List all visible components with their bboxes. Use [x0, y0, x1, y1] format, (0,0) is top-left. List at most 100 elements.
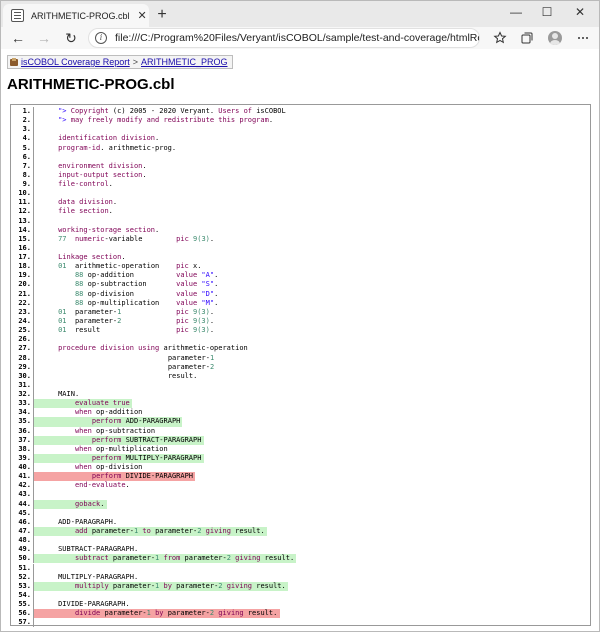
favorites-star-icon[interactable]: [493, 31, 507, 45]
keyword-token: identification division: [58, 134, 156, 143]
line-number: 23.: [18, 307, 31, 316]
gutter-divider: [33, 125, 34, 135]
report-icon: [10, 57, 19, 67]
source-line: 16.: [11, 243, 590, 254]
reload-icon[interactable]: ↻: [62, 29, 80, 47]
source-line: 18. 01 arithmetic-operation pic x.: [11, 262, 590, 272]
keyword-token: giving: [205, 526, 231, 535]
gutter-divider: [33, 517, 34, 527]
coverage-report-link[interactable]: isCOBOL Coverage Report: [21, 57, 130, 67]
number-token: 01: [58, 262, 67, 271]
code-token: ADD-PARAGRAPH: [121, 417, 181, 426]
number-token: 77: [58, 234, 67, 243]
keyword-token: file-control: [58, 180, 109, 189]
keyword-token: pic: [176, 316, 189, 325]
source-line: 32. MAIN.: [11, 390, 590, 400]
line-number: 19.: [18, 271, 31, 280]
url-text[interactable]: file:///C:/Program%20Files/Veryant/isCOB…: [115, 32, 479, 44]
address-bar[interactable]: i file:///C:/Program%20Files/Veryant/isC…: [88, 28, 480, 48]
gutter-divider: [33, 316, 34, 327]
source-code: input-output section.: [58, 171, 147, 180]
keyword-token: giving: [235, 554, 261, 563]
code-token: .: [214, 298, 219, 307]
code-token: .: [209, 326, 215, 335]
code-token: SUBTRACT-PARAGRAPH.: [58, 545, 139, 554]
source-code: MAIN.: [58, 390, 79, 399]
profile-avatar-icon[interactable]: [548, 31, 562, 45]
line-number: 22.: [18, 298, 31, 307]
line-number: 25.: [18, 326, 31, 335]
info-icon[interactable]: i: [95, 32, 107, 44]
keyword-token: procedure division using: [58, 344, 160, 353]
close-window-icon[interactable]: ✕: [572, 5, 588, 19]
more-menu-icon[interactable]: [576, 31, 590, 45]
gutter-divider: [33, 508, 34, 518]
gutter-divider: [33, 234, 34, 244]
code-token: arithmetic-operation: [159, 344, 248, 353]
page-content: isCOBOL Coverage Report > ARITHMETIC_PRO…: [1, 49, 599, 631]
line-number: 17.: [18, 253, 31, 262]
source-line: 7. environment division.: [11, 161, 590, 171]
code-token: .: [155, 225, 160, 234]
line-number: 34.: [18, 408, 31, 417]
source-code: perform DIVIDE-PARAGRAPH: [92, 472, 193, 481]
keyword-token: perform: [91, 453, 122, 462]
keyword-token: working-storage section: [58, 225, 156, 234]
close-tab-icon[interactable]: ✕: [135, 9, 149, 22]
code-token: .: [214, 280, 219, 289]
source-code: 01 parameter-2 pic 9(3).: [58, 317, 214, 326]
source-code: perform SUBTRACT-PARAGRAPH: [92, 436, 202, 445]
string-token: ">: [58, 116, 71, 125]
line-number: 13.: [18, 216, 31, 225]
line-number: 14.: [18, 225, 31, 234]
code-token: isCOBOL: [252, 107, 286, 115]
gutter-divider: [33, 243, 34, 254]
source-code: goback.: [75, 500, 105, 509]
code-token: op-subtraction: [91, 426, 156, 435]
line-number: 26.: [18, 335, 31, 344]
browser-toolbar: ← → ↻ i file:///C:/Program%20Files/Verya…: [1, 27, 599, 49]
source-line: 12. file section.: [11, 207, 590, 217]
source-code: when op-multiplication: [75, 445, 168, 454]
gutter-divider: [33, 590, 34, 600]
tab-arithmetic-prog[interactable]: ARITHMETIC-PROG.cbl ✕: [3, 4, 149, 27]
gutter-divider: [33, 326, 34, 336]
code-token: op-addition: [91, 408, 143, 417]
file-link[interactable]: ARITHMETIC_PROG: [141, 57, 228, 67]
breadcrumb-separator: >: [132, 57, 138, 67]
minimize-icon[interactable]: —: [508, 5, 524, 19]
source-code: 01 result pic 9(3).: [58, 326, 214, 335]
maximize-icon[interactable]: ☐: [539, 5, 555, 19]
code-token: parameter-: [171, 581, 219, 590]
back-arrow-icon[interactable]: ←: [9, 29, 27, 47]
source-line: 20. 88 op-subtraction value "S".: [11, 280, 590, 290]
gutter-divider: [33, 107, 34, 117]
tab-title: ARITHMETIC-PROG.cbl: [31, 10, 130, 21]
new-tab-button[interactable]: +: [153, 6, 171, 24]
page-title: ARITHMETIC-PROG.cbl: [7, 76, 175, 93]
code-token: .: [142, 170, 147, 179]
keyword-token: Linkage section: [58, 253, 122, 262]
source-code: MULTIPLY-PARAGRAPH.: [58, 573, 138, 582]
source-line: 38. when op-multiplication: [11, 444, 590, 454]
code-token: DIVIDE-PARAGRAPH: [121, 472, 194, 481]
collections-icon[interactable]: [520, 31, 534, 45]
gutter-divider: [33, 572, 34, 582]
line-number: 3.: [22, 125, 31, 134]
keyword-token: may freely modify and redistribute this …: [70, 116, 269, 125]
source-line: 24. 01 parameter-2 pic 9(3).: [11, 316, 590, 327]
source-line: 39. perform MULTIPLY-PARAGRAPH: [11, 453, 590, 464]
gutter-divider: [33, 344, 34, 354]
forward-arrow-icon[interactable]: →: [35, 29, 53, 47]
keyword-token: evaluate true: [74, 399, 130, 408]
line-number: 43.: [18, 490, 31, 499]
gutter-divider: [33, 526, 34, 537]
code-token: DIVIDE-PARAGRAPH.: [58, 600, 130, 609]
source-line: 55. DIVIDE-PARAGRAPH.: [11, 600, 590, 610]
line-number: 33.: [18, 399, 31, 408]
line-number: 10.: [18, 189, 31, 198]
source-code: program-id. arithmetic-prog.: [58, 144, 176, 153]
keyword-token: value: [176, 280, 198, 289]
code-token: .: [100, 499, 105, 508]
